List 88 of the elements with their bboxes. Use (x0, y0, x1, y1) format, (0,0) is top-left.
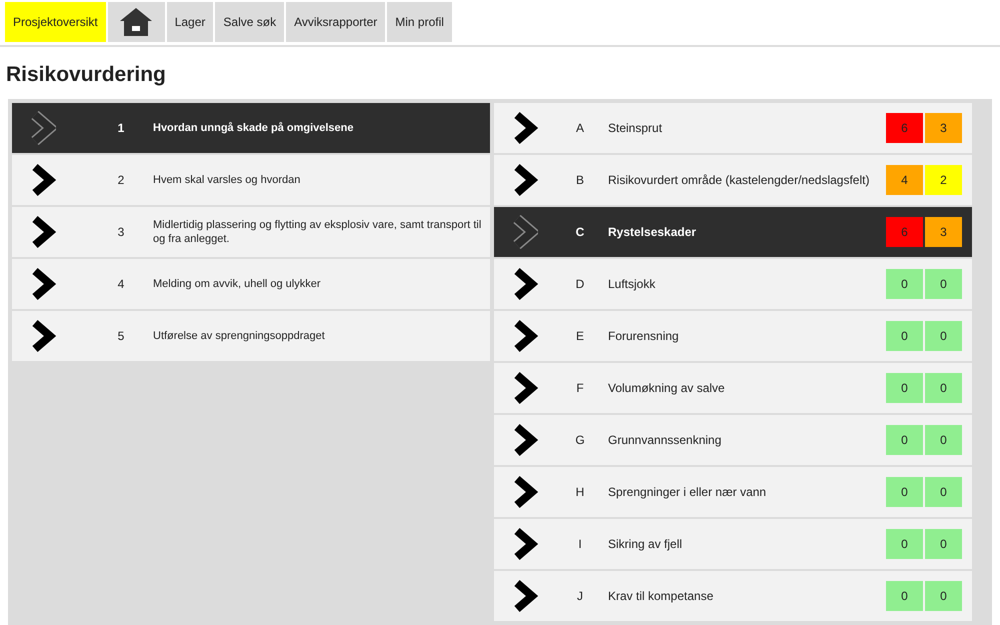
risk-row[interactable]: F Volumøkning av salve 0 0 (494, 362, 972, 412)
category-number: 4 (116, 276, 126, 292)
risk-letter: J (576, 588, 584, 604)
risk-row[interactable]: D Luftsjokk 0 0 (494, 258, 972, 308)
chevron-icon (30, 162, 56, 196)
category-row[interactable]: 1 Hvordan unngå skade på omgivelsene (12, 102, 490, 152)
category-row[interactable]: 4 Melding om avvik, uhell og ulykker (12, 258, 490, 308)
risk-score: 0 (925, 320, 962, 350)
category-label: Hvem skal varsles og hvordan (153, 172, 302, 186)
category-label: Hvordan unngå skade på omgivelsene (153, 120, 355, 134)
chevron-icon (30, 110, 56, 144)
risk-score: 0 (886, 424, 923, 454)
category-number: 5 (116, 328, 126, 344)
chevron-icon (512, 578, 538, 612)
risk-score: 0 (925, 424, 962, 454)
chevron-icon (512, 162, 538, 196)
risk-score: 6 (886, 216, 923, 246)
risk-letter: E (574, 328, 585, 344)
chevron-icon (512, 266, 538, 300)
chevron-icon (512, 318, 538, 352)
risk-row[interactable]: G Grunnvannssenkning 0 0 (494, 414, 972, 464)
risk-letter: C (574, 224, 586, 240)
chevron-icon (512, 422, 538, 456)
category-row[interactable]: 5 Utførelse av sprengningsoppdraget (12, 310, 490, 360)
risk-letter: B (574, 172, 585, 188)
risk-letter: F (575, 380, 585, 396)
risk-label: Steinsprut (608, 120, 664, 136)
category-number: 1 (116, 120, 126, 136)
chevron-icon (512, 474, 538, 508)
risk-score: 0 (925, 580, 962, 610)
chevron-icon (30, 266, 56, 300)
nav-tab[interactable]: Lager (166, 2, 214, 42)
risk-row[interactable]: J Krav til kompetanse 0 0 (494, 570, 972, 620)
chevron-icon (512, 110, 538, 144)
risk-score: 0 (886, 320, 923, 350)
risk-label: Forurensning (608, 328, 680, 344)
risk-label: Sikring av fjell (608, 536, 684, 552)
risk-label: Sprengninger i eller nær vann (608, 484, 768, 500)
home-icon (119, 7, 154, 37)
risk-letter: H (574, 484, 586, 500)
risk-score: 0 (925, 372, 962, 402)
chevron-icon (512, 370, 538, 404)
risk-label: Volumøkning av salve (608, 380, 726, 396)
category-label: Utførelse av sprengningsoppdraget (153, 328, 326, 342)
risk-label: Rystelseskader (608, 224, 698, 240)
category-label: Melding om avvik, uhell og ulykker (153, 276, 322, 290)
nav-tab[interactable]: Salve søk (215, 2, 284, 42)
category-row[interactable]: 2 Hvem skal varsles og hvordan (12, 154, 490, 204)
risk-score: 6 (886, 112, 923, 142)
risk-letter: I (577, 536, 583, 552)
category-label: Midlertidig plassering og flytting av eksplosiv vare, samt transport til og fra anlegget. (153, 218, 482, 246)
risk-row[interactable]: B Risikovurdert område (kastelengder/nedslagsfelt) 4 2 (494, 154, 972, 204)
risk-row[interactable]: E Forurensning 0 0 (494, 310, 972, 360)
category-number: 2 (116, 172, 126, 188)
risk-row[interactable]: C Rystelseskader 6 3 (494, 206, 972, 256)
risk-score: 0 (925, 528, 962, 558)
risk-row[interactable]: I Sikring av fjell 0 0 (494, 518, 972, 568)
nav-tab[interactable]: Avviksrapporter (286, 2, 386, 42)
risk-score: 3 (925, 112, 962, 142)
risk-label: Krav til kompetanse (608, 588, 714, 604)
category-number: 3 (116, 224, 126, 240)
risk-score: 2 (925, 164, 962, 194)
risk-row[interactable]: A Steinsprut 6 3 (494, 102, 972, 152)
chevron-icon (512, 526, 538, 560)
page-title: Risikovurdering (5, 62, 166, 88)
risk-letter: A (574, 120, 585, 136)
risk-score: 0 (886, 268, 923, 298)
risk-score: 0 (886, 580, 923, 610)
risk-label: Grunnvannssenkning (608, 432, 722, 448)
risk-score: 4 (886, 164, 923, 194)
risk-label: Luftsjokk (608, 276, 656, 292)
home-tab[interactable] (108, 2, 165, 42)
nav-tab[interactable]: Prosjektoversikt (5, 2, 106, 42)
risk-score: 0 (925, 476, 962, 506)
category-row[interactable]: 3 Midlertidig plassering og flytting av eksplosiv vare, samt transport til og fra anlegget. (12, 206, 490, 256)
risk-letter: D (574, 276, 586, 292)
risk-score: 0 (925, 268, 962, 298)
risk-label: Risikovurdert område (kastelengder/nedslagsfelt) (608, 172, 870, 188)
risk-score: 0 (886, 476, 923, 506)
chevron-icon (512, 214, 538, 248)
risk-score: 3 (925, 216, 962, 246)
chevron-icon (30, 318, 56, 352)
risk-score: 0 (886, 528, 923, 558)
risk-row[interactable]: H Sprengninger i eller nær vann 0 0 (494, 466, 972, 516)
risk-score: 0 (886, 372, 923, 402)
risk-letter: G (574, 432, 586, 448)
chevron-icon (30, 214, 56, 248)
nav-tab[interactable]: Min profil (387, 2, 452, 42)
